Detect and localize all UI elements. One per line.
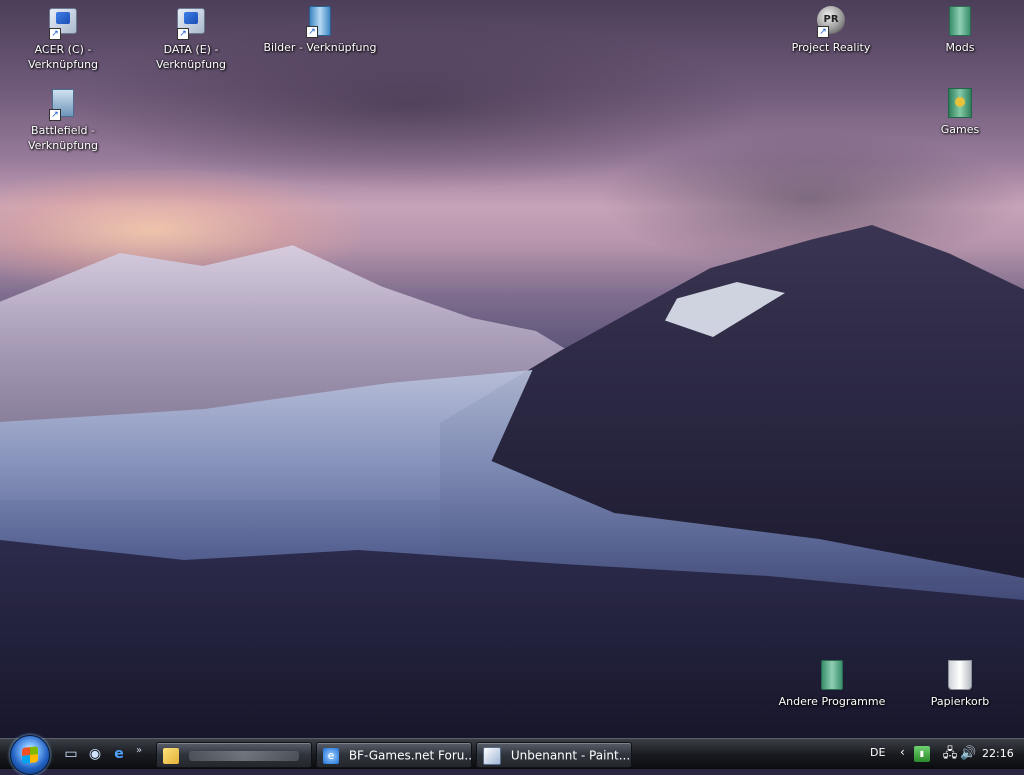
desktop-icon-label: Bilder - Verknüpfung [263,41,377,54]
quick-launch-more-button[interactable]: » [136,745,142,763]
desktop-icon-label: Project Reality [791,41,871,54]
desktop-icon-project-reality[interactable]: PR ↗ Project Reality [776,4,886,55]
taskbar: ▭ ◉ e » e BF-Games.net Foru... Unbenannt… [0,735,1024,775]
quick-launch-bar: ▭ ◉ e » [62,745,142,763]
desktop-wallpaper [0,0,1024,738]
desktop-icon-acer-c[interactable]: ↗ ACER (C) - Verknüpfung [8,4,118,72]
folder-icon [163,747,179,764]
network-monitor-icon[interactable]: ▮ [914,746,930,762]
games-folder-icon [944,88,976,120]
folder-icon [816,660,848,692]
drive-shortcut-icon: ↗ [175,8,207,40]
desktop-icon-papierkorb[interactable]: Papierkorb [905,658,1015,709]
taskbar-button-label: BF-Games.net Foru... [348,748,472,763]
folder-icon [944,6,976,38]
show-desktop-icon[interactable]: ▭ [62,745,80,763]
desktop-icon-games[interactable]: Games [905,86,1015,137]
taskbar-button-ie-forum[interactable]: e BF-Games.net Foru... [316,742,472,768]
volume-icon[interactable]: 🔊 [960,746,976,762]
blurred-window-title [188,750,299,761]
drive-shortcut-icon: ↗ [47,8,79,40]
windows-logo-icon [22,746,38,764]
internet-explorer-icon[interactable]: e [110,745,128,763]
desktop-icon-mods[interactable]: Mods [905,4,1015,55]
recycle-bin-icon [944,660,976,692]
desktop-icon-label: Papierkorb [930,695,990,708]
desktop-icon-bilder[interactable]: ↗ Bilder - Verknüpfung [255,4,385,55]
show-hidden-icons-button[interactable]: ‹ [900,745,905,759]
switch-windows-icon[interactable]: ◉ [86,745,104,763]
system-tray: DE ‹ ▮ 🖧 🔊 22:16 [862,739,1024,769]
desktop-icon-label: Andere Programme [778,695,886,708]
desktop-icon-data-e[interactable]: ↗ DATA (E) - Verknüpfung [136,4,246,72]
desktop-icon-label: Mods [945,41,975,54]
network-icon[interactable]: 🖧 [942,746,958,762]
language-indicator[interactable]: DE [870,746,885,759]
desktop-icon-label: Games [940,123,980,136]
folder-shortcut-icon: ↗ [304,6,336,38]
paint-icon [483,746,501,765]
desktop-icon-label: Battlefield - Verknüpfung [27,124,99,152]
start-button[interactable] [10,735,50,775]
desktop-icon-label: DATA (E) - Verknüpfung [155,43,227,71]
game-shortcut-icon: ↗ [47,89,79,121]
desktop-icon-battlefield[interactable]: ↗ Battlefield - Verknüpfung [8,86,118,153]
desktop-icon-label: ACER (C) - Verknüpfung [27,43,99,71]
internet-explorer-icon: e [323,747,339,764]
clock[interactable]: 22:16 [982,747,1014,760]
taskbar-button-explorer[interactable] [156,742,312,768]
taskbar-button-label: Unbenannt - Paint.... [510,748,632,763]
taskbar-button-paint[interactable]: Unbenannt - Paint.... [476,742,632,768]
desktop-icon-andere-programme[interactable]: Andere Programme [772,658,892,709]
project-reality-icon: PR ↗ [815,6,847,38]
